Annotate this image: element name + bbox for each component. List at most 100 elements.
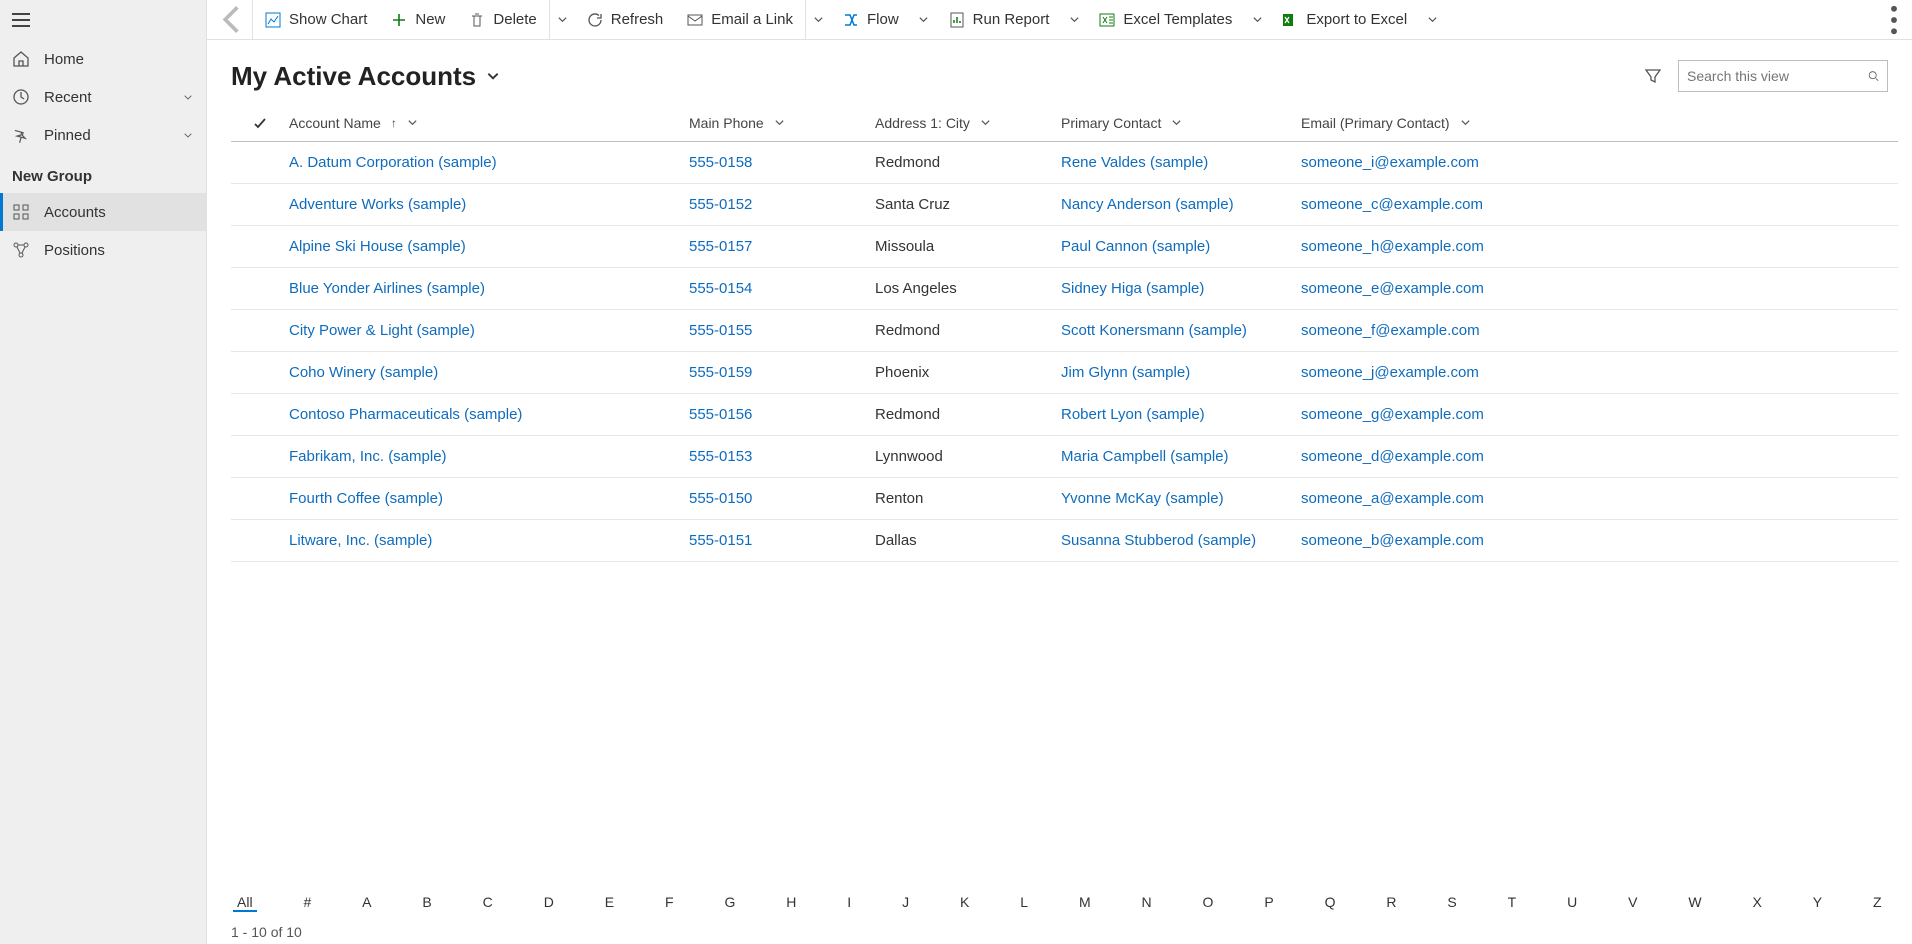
- column-email[interactable]: Email (Primary Contact): [1301, 115, 1898, 131]
- letter-t[interactable]: T: [1504, 894, 1521, 912]
- search-box[interactable]: [1678, 60, 1888, 92]
- cell-account-name[interactable]: Contoso Pharmaceuticals (sample): [289, 406, 689, 423]
- cell-contact[interactable]: Susanna Stubberod (sample): [1061, 532, 1301, 549]
- letter-i[interactable]: I: [843, 894, 855, 912]
- cell-email[interactable]: someone_h@example.com: [1301, 238, 1898, 255]
- delete-split-chevron[interactable]: [549, 0, 575, 39]
- cell-email[interactable]: someone_c@example.com: [1301, 196, 1898, 213]
- table-row[interactable]: Fourth Coffee (sample)555-0150RentonYvon…: [231, 478, 1898, 520]
- table-row[interactable]: Contoso Pharmaceuticals (sample)555-0156…: [231, 394, 1898, 436]
- cell-email[interactable]: someone_g@example.com: [1301, 406, 1898, 423]
- cell-account-name[interactable]: Coho Winery (sample): [289, 364, 689, 381]
- new-button[interactable]: New: [379, 0, 457, 39]
- cell-contact[interactable]: Maria Campbell (sample): [1061, 448, 1301, 465]
- letter-c[interactable]: C: [479, 894, 497, 912]
- letter-p[interactable]: P: [1260, 894, 1277, 912]
- cell-email[interactable]: someone_b@example.com: [1301, 532, 1898, 549]
- cell-phone[interactable]: 555-0159: [689, 364, 875, 381]
- table-row[interactable]: City Power & Light (sample)555-0155Redmo…: [231, 310, 1898, 352]
- hamburger-icon[interactable]: [12, 13, 30, 27]
- flow-split-chevron[interactable]: [911, 0, 937, 39]
- letter-e[interactable]: E: [601, 894, 618, 912]
- delete-button[interactable]: Delete: [457, 0, 548, 39]
- cell-email[interactable]: someone_d@example.com: [1301, 448, 1898, 465]
- letter-l[interactable]: L: [1016, 894, 1032, 912]
- cell-account-name[interactable]: City Power & Light (sample): [289, 322, 689, 339]
- filter-button[interactable]: [1644, 67, 1662, 85]
- sidebar-item-home[interactable]: Home: [0, 40, 206, 78]
- export-split-chevron[interactable]: [1419, 0, 1445, 39]
- cell-contact[interactable]: Robert Lyon (sample): [1061, 406, 1301, 423]
- excel-templates-button[interactable]: Excel Templates: [1087, 0, 1244, 39]
- letter-f[interactable]: F: [661, 894, 678, 912]
- column-account-name[interactable]: Account Name ↑: [289, 115, 689, 131]
- select-all-header[interactable]: [231, 116, 289, 130]
- letter-j[interactable]: J: [898, 894, 913, 912]
- view-selector[interactable]: My Active Accounts: [231, 61, 500, 92]
- flow-button[interactable]: Flow: [831, 0, 911, 39]
- cell-account-name[interactable]: Fourth Coffee (sample): [289, 490, 689, 507]
- report-split-chevron[interactable]: [1061, 0, 1087, 39]
- letter-#[interactable]: #: [299, 894, 315, 912]
- cell-contact[interactable]: Nancy Anderson (sample): [1061, 196, 1301, 213]
- cell-email[interactable]: someone_f@example.com: [1301, 322, 1898, 339]
- letter-n[interactable]: N: [1138, 894, 1156, 912]
- cell-phone[interactable]: 555-0157: [689, 238, 875, 255]
- letter-g[interactable]: G: [720, 894, 739, 912]
- cell-account-name[interactable]: Alpine Ski House (sample): [289, 238, 689, 255]
- sidebar-item-pinned[interactable]: Pinned: [0, 116, 206, 154]
- cell-contact[interactable]: Rene Valdes (sample): [1061, 154, 1301, 171]
- cell-phone[interactable]: 555-0151: [689, 532, 875, 549]
- column-main-phone[interactable]: Main Phone: [689, 115, 875, 131]
- table-row[interactable]: Coho Winery (sample)555-0159PhoenixJim G…: [231, 352, 1898, 394]
- letter-y[interactable]: Y: [1809, 894, 1826, 912]
- column-city[interactable]: Address 1: City: [875, 115, 1061, 131]
- cell-email[interactable]: someone_i@example.com: [1301, 154, 1898, 171]
- letter-k[interactable]: K: [956, 894, 973, 912]
- sidebar-item-recent[interactable]: Recent: [0, 78, 206, 116]
- table-row[interactable]: Fabrikam, Inc. (sample)555-0153LynnwoodM…: [231, 436, 1898, 478]
- table-row[interactable]: Litware, Inc. (sample)555-0151DallasSusa…: [231, 520, 1898, 562]
- cell-contact[interactable]: Jim Glynn (sample): [1061, 364, 1301, 381]
- letter-x[interactable]: X: [1749, 894, 1766, 912]
- cell-email[interactable]: someone_j@example.com: [1301, 364, 1898, 381]
- email-split-chevron[interactable]: [805, 0, 831, 39]
- cell-contact[interactable]: Scott Konersmann (sample): [1061, 322, 1301, 339]
- letter-v[interactable]: V: [1624, 894, 1641, 912]
- cell-phone[interactable]: 555-0154: [689, 280, 875, 297]
- cell-account-name[interactable]: A. Datum Corporation (sample): [289, 154, 689, 171]
- letter-u[interactable]: U: [1563, 894, 1581, 912]
- letter-r[interactable]: R: [1382, 894, 1400, 912]
- run-report-button[interactable]: Run Report: [937, 0, 1062, 39]
- letter-a[interactable]: A: [358, 894, 375, 912]
- cell-account-name[interactable]: Adventure Works (sample): [289, 196, 689, 213]
- cell-contact[interactable]: Paul Cannon (sample): [1061, 238, 1301, 255]
- sidebar-item-accounts[interactable]: Accounts: [0, 193, 206, 231]
- column-primary-contact[interactable]: Primary Contact: [1061, 115, 1301, 131]
- cell-account-name[interactable]: Blue Yonder Airlines (sample): [289, 280, 689, 297]
- cell-email[interactable]: someone_a@example.com: [1301, 490, 1898, 507]
- table-row[interactable]: Alpine Ski House (sample)555-0157Missoul…: [231, 226, 1898, 268]
- cell-phone[interactable]: 555-0150: [689, 490, 875, 507]
- export-excel-button[interactable]: Export to Excel: [1270, 0, 1419, 39]
- letter-o[interactable]: O: [1199, 894, 1218, 912]
- cell-account-name[interactable]: Fabrikam, Inc. (sample): [289, 448, 689, 465]
- sidebar-item-positions[interactable]: Positions: [0, 231, 206, 269]
- cell-contact[interactable]: Sidney Higa (sample): [1061, 280, 1301, 297]
- back-button[interactable]: [213, 0, 253, 39]
- letter-w[interactable]: W: [1684, 894, 1705, 912]
- cell-phone[interactable]: 555-0153: [689, 448, 875, 465]
- cell-phone[interactable]: 555-0152: [689, 196, 875, 213]
- email-link-button[interactable]: Email a Link: [675, 0, 805, 39]
- letter-s[interactable]: S: [1443, 894, 1460, 912]
- show-chart-button[interactable]: Show Chart: [253, 0, 379, 39]
- refresh-button[interactable]: Refresh: [575, 0, 676, 39]
- letter-b[interactable]: B: [418, 894, 435, 912]
- cell-phone[interactable]: 555-0156: [689, 406, 875, 423]
- search-input[interactable]: [1687, 68, 1868, 84]
- cell-phone[interactable]: 555-0155: [689, 322, 875, 339]
- table-row[interactable]: Blue Yonder Airlines (sample)555-0154Los…: [231, 268, 1898, 310]
- more-commands-button[interactable]: [1876, 0, 1912, 39]
- templates-split-chevron[interactable]: [1244, 0, 1270, 39]
- cell-account-name[interactable]: Litware, Inc. (sample): [289, 532, 689, 549]
